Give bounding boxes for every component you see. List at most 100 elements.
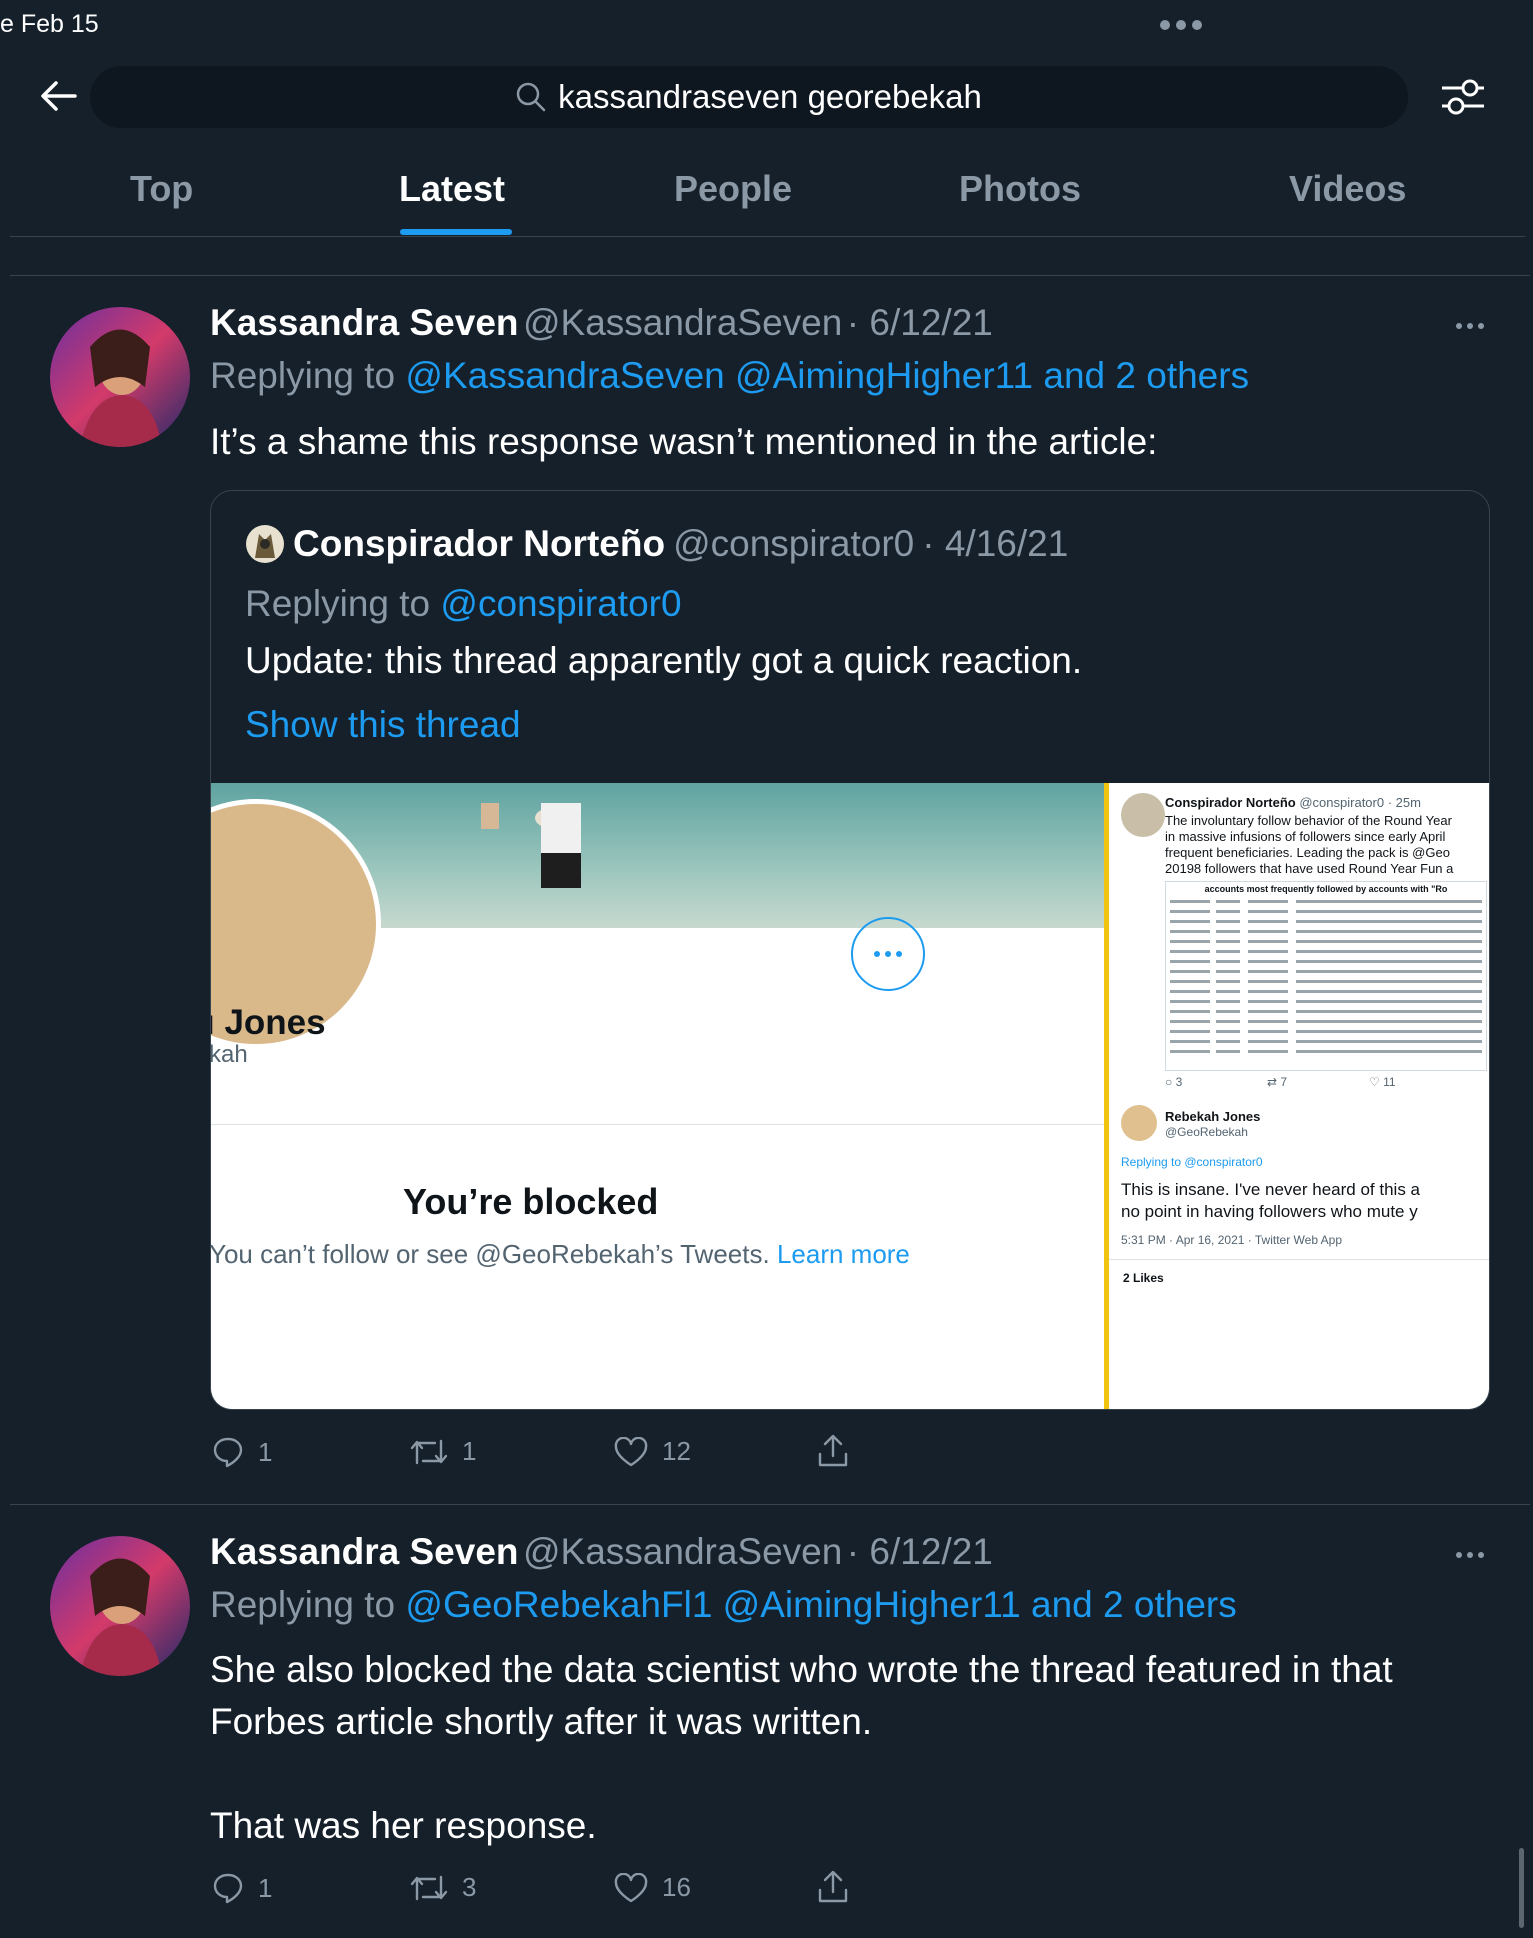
- reply-likes: 2 Likes: [1123, 1271, 1164, 1285]
- share-button[interactable]: [816, 1870, 850, 1904]
- search-input[interactable]: kassandraseven georebekah: [90, 66, 1408, 128]
- avatar[interactable]: [50, 1536, 190, 1676]
- avatar[interactable]: [50, 307, 190, 447]
- avatar-image: [50, 307, 190, 447]
- search-filter-button[interactable]: [1438, 74, 1488, 120]
- reply-author-handle: @GeoRebekah: [1165, 1125, 1248, 1139]
- share-button[interactable]: [816, 1434, 850, 1468]
- retweet-button[interactable]: 3: [410, 1872, 476, 1903]
- more-options-icon[interactable]: [1456, 1552, 1496, 1558]
- thread-retweets-count: 7: [1280, 1075, 1288, 1089]
- more-options-icon[interactable]: [1456, 323, 1496, 329]
- replying-to-label: Replying to: [210, 1584, 406, 1625]
- quote-date: · 4/16/21: [922, 523, 1069, 564]
- tab-videos[interactable]: Videos: [1289, 168, 1406, 210]
- thread-author-avatar: [1121, 793, 1165, 837]
- thread-body-line: frequent beneficiaries. Leading the pack…: [1165, 845, 1450, 860]
- filter-sliders-icon: [1442, 79, 1484, 115]
- thread-retweets: ⇄ 7: [1267, 1075, 1288, 1089]
- thread-body-line: 20198 followers that have used Round Yea…: [1165, 861, 1454, 876]
- tab-photos[interactable]: Photos: [959, 168, 1081, 210]
- thread-body-line: in massive infusions of followers since …: [1165, 829, 1446, 844]
- multitask-dots-icon[interactable]: [1160, 20, 1202, 30]
- retweet-count: 1: [462, 1436, 477, 1466]
- profile-name: ı Jones: [211, 1003, 326, 1042]
- like-count: 16: [662, 1872, 691, 1902]
- blocked-title: You’re blocked: [403, 1181, 659, 1222]
- scrollbar[interactable]: [1519, 1848, 1524, 1928]
- author-name[interactable]: Kassandra Seven: [210, 302, 519, 343]
- profile-handle: kah: [211, 1041, 248, 1068]
- profile-more-icon: [851, 917, 925, 991]
- thread-table-title: accounts most frequently followed by acc…: [1204, 884, 1448, 894]
- tweet-header: Kassandra Seven @KassandraSeven · 6/12/2…: [210, 302, 993, 344]
- reply-button[interactable]: 1: [212, 1436, 272, 1468]
- thread-author-name: Conspirador Norteño: [1165, 795, 1296, 810]
- share-icon: [818, 1870, 848, 1903]
- quote-text: Update: this thread apparently got a qui…: [245, 640, 1083, 681]
- back-button[interactable]: [36, 74, 80, 118]
- active-tab-indicator: [400, 229, 512, 235]
- tab-top[interactable]: Top: [130, 168, 193, 210]
- tweet-text: It’s a shame this response wasn’t mentio…: [210, 421, 1158, 462]
- replying-to: Replying to @GeoRebekahFl1 @AimingHigher…: [210, 1584, 1237, 1626]
- reply-text-line: This is insane. I've never heard of this…: [1121, 1180, 1421, 1199]
- quote-replying-user[interactable]: @conspirator0: [440, 583, 681, 624]
- replying-to-users[interactable]: @GeoRebekahFl1 @AimingHigher11 and 2 oth…: [405, 1584, 1236, 1625]
- tab-people[interactable]: People: [674, 168, 792, 210]
- tweet-header: Kassandra Seven @KassandraSeven · 6/12/2…: [210, 1531, 993, 1573]
- tweet-text-line: That was her response.: [210, 1805, 597, 1846]
- author-name[interactable]: Kassandra Seven: [210, 1531, 519, 1572]
- blocked-text: You can’t follow or see @GeoRebekah’s Tw…: [211, 1239, 770, 1269]
- quote-header: Conspirador Norteño @conspirator0 · 4/16…: [245, 523, 1068, 565]
- reply-icon: [213, 1437, 243, 1468]
- quote-replying-label: Replying to: [245, 583, 441, 624]
- profile-divider: [211, 1124, 1104, 1125]
- replying-to: Replying to @KassandraSeven @AimingHighe…: [210, 355, 1249, 397]
- share-icon: [818, 1434, 848, 1467]
- thread-author: Conspirador Norteño @conspirator0 · 25m: [1165, 795, 1421, 810]
- tweet-text: She also blocked the data scientist who …: [210, 1644, 1393, 1852]
- quoted-tweet[interactable]: Conspirador Norteño @conspirator0 · 4/16…: [210, 490, 1490, 1410]
- quote-avatar: [246, 525, 284, 563]
- tweet-text-line: She also blocked the data scientist who …: [210, 1649, 1393, 1690]
- learn-more-link: Learn more: [776, 1239, 910, 1269]
- thread-body-line: The involuntary follow behavior of the R…: [1165, 813, 1452, 828]
- heart-icon: [614, 1436, 648, 1466]
- thread-body: The involuntary follow behavior of the R…: [1165, 813, 1453, 877]
- status-bar: e Feb 15: [0, 0, 1533, 48]
- reply-divider: [1109, 1259, 1489, 1260]
- reply-text: This is insane. I've never heard of this…: [1121, 1179, 1420, 1223]
- heart-icon: [614, 1872, 648, 1902]
- retweet-button[interactable]: 1: [410, 1436, 476, 1467]
- quote-author-handle: @conspirator0: [673, 523, 915, 564]
- replying-to-users[interactable]: @KassandraSeven @AimingHigher11 and 2 ot…: [405, 355, 1249, 396]
- search-icon: [516, 82, 546, 112]
- thread-likes-count: 11: [1383, 1075, 1396, 1089]
- retweet-count: 3: [462, 1872, 477, 1902]
- tab-latest[interactable]: Latest: [399, 168, 505, 210]
- author-handle[interactable]: @KassandraSeven: [523, 302, 842, 343]
- divider: [10, 275, 1530, 276]
- tweet-date[interactable]: · 6/12/21: [847, 1531, 993, 1572]
- quote-media-image[interactable]: ı Jones kah You’re blocked You can’t fol…: [211, 783, 1489, 1409]
- blocked-profile-screenshot: ı Jones kah You’re blocked You can’t fol…: [211, 783, 1104, 1409]
- reply-icon: [213, 1873, 243, 1904]
- tweet-text-line: Forbes article shortly after it was writ…: [210, 1701, 873, 1742]
- tweet-date[interactable]: · 6/12/21: [847, 302, 993, 343]
- like-button[interactable]: 12: [614, 1436, 691, 1467]
- author-handle[interactable]: @KassandraSeven: [523, 1531, 842, 1572]
- show-thread-link[interactable]: Show this thread: [245, 704, 521, 746]
- reply-author-avatar: [1121, 1105, 1157, 1141]
- reply-button[interactable]: 1: [212, 1872, 272, 1904]
- divider: [10, 1504, 1530, 1505]
- thread-author-handle: @conspirator0 · 25m: [1299, 795, 1421, 810]
- replying-to-label: Replying to: [210, 355, 406, 396]
- blocked-message: You can’t follow or see @GeoRebekah’s Tw…: [211, 1239, 910, 1270]
- avatar-image: [50, 1536, 190, 1676]
- quote-replying-to: Replying to @conspirator0: [245, 583, 682, 625]
- reply-count: 1: [258, 1436, 273, 1467]
- reply-text-line: no point in having followers who mute y: [1121, 1202, 1418, 1221]
- back-arrow-icon: [41, 81, 77, 111]
- like-button[interactable]: 16: [614, 1872, 691, 1903]
